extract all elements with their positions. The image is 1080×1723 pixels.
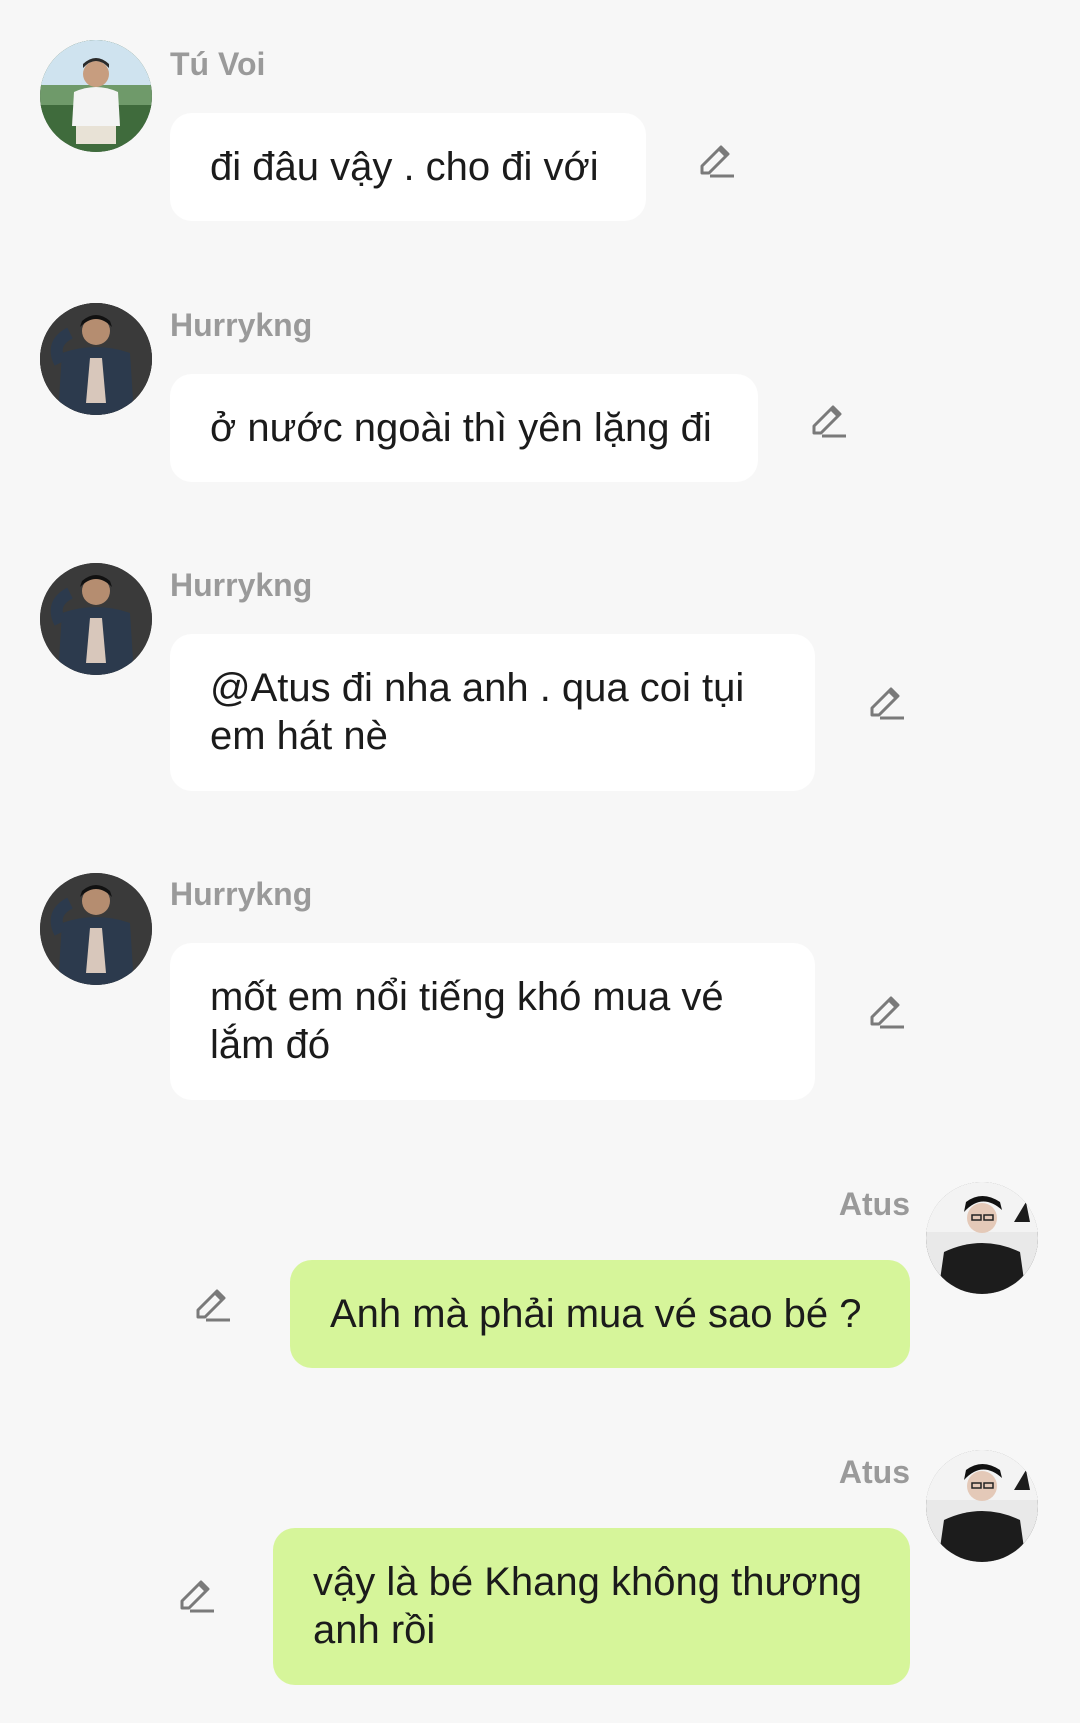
sender-name: Tú Voi xyxy=(170,46,266,82)
pencil-edit-icon[interactable] xyxy=(864,987,906,1029)
hurrykng-avatar-image xyxy=(40,873,152,985)
message-bubble[interactable]: đi đâu vậy . cho đi với xyxy=(170,113,646,221)
pencil-edit-icon[interactable] xyxy=(694,136,736,178)
avatar[interactable] xyxy=(40,40,152,152)
avatar[interactable] xyxy=(40,303,152,415)
sender-name: Hurrykng xyxy=(170,307,313,343)
pencil-edit-icon[interactable] xyxy=(190,1280,232,1322)
pencil-edit-icon[interactable] xyxy=(864,678,906,720)
hurrykng-avatar-image xyxy=(40,563,152,675)
message-bubble[interactable]: Anh mà phải mua vé sao bé ? xyxy=(290,1260,910,1368)
avatar[interactable] xyxy=(926,1450,1038,1562)
hurrykng-avatar-image xyxy=(40,303,152,415)
message-bubble[interactable]: vậy là bé Khang không thương anh rồi xyxy=(273,1528,910,1685)
tu-voi-avatar-image xyxy=(40,40,152,152)
avatar[interactable] xyxy=(40,873,152,985)
avatar[interactable] xyxy=(926,1182,1038,1294)
sender-name: Hurrykng xyxy=(170,567,313,603)
atus-avatar-image xyxy=(926,1182,1038,1294)
pencil-edit-icon[interactable] xyxy=(174,1571,216,1613)
message-bubble[interactable]: ở nước ngoài thì yên lặng đi xyxy=(170,374,758,482)
atus-avatar-image xyxy=(926,1450,1038,1562)
message-bubble[interactable]: mốt em nổi tiếng khó mua vé lắm đó xyxy=(170,943,815,1100)
pencil-edit-icon[interactable] xyxy=(806,396,848,438)
avatar[interactable] xyxy=(40,563,152,675)
sender-name: Atus xyxy=(838,1186,910,1222)
sender-name: Hurrykng xyxy=(170,876,313,912)
message-bubble[interactable]: @Atus đi nha anh . qua coi tụi em hát nè xyxy=(170,634,815,791)
sender-name: Atus xyxy=(838,1454,910,1490)
